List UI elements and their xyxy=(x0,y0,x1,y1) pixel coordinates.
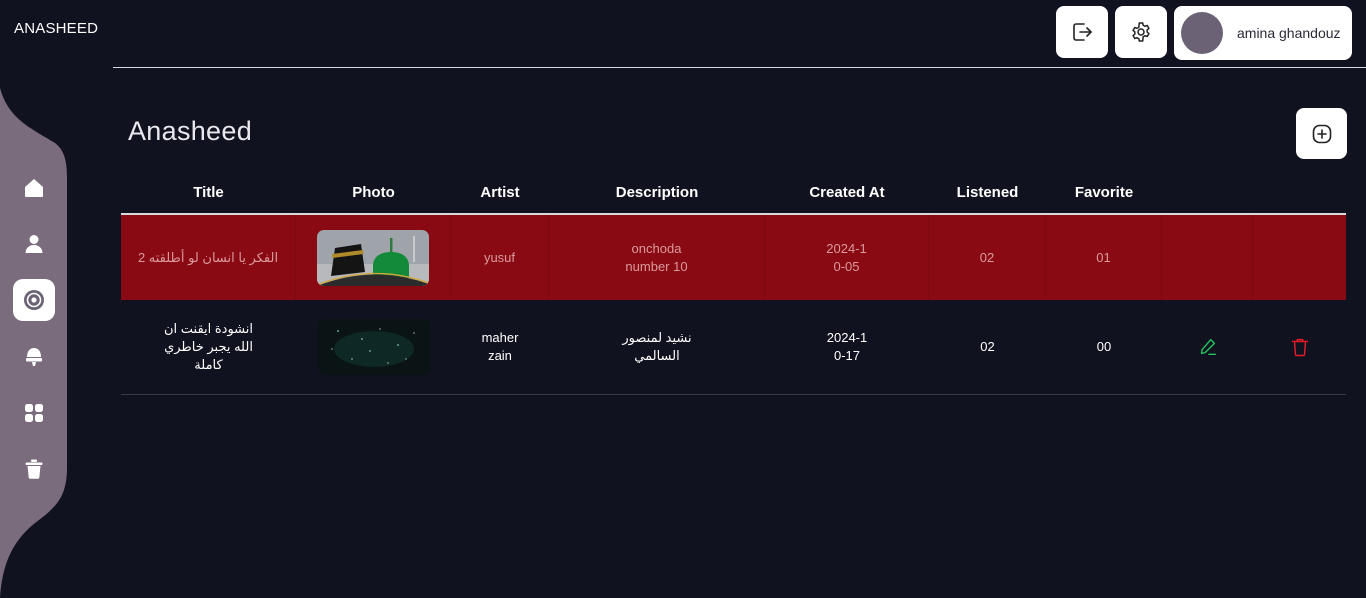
row-description: نشيد لمنصور السالمي xyxy=(622,330,692,363)
column-header-created-at[interactable]: Created At xyxy=(765,172,929,213)
row-delete-cell xyxy=(1253,300,1346,394)
plus-square-icon xyxy=(1312,124,1331,143)
trash-icon xyxy=(25,459,43,479)
microphone-icon xyxy=(26,348,42,366)
row-photo-cell xyxy=(296,300,451,394)
column-header-title[interactable]: Title xyxy=(121,172,296,213)
row-edit-cell xyxy=(1162,300,1253,394)
row-created-at: 2024-10-17 xyxy=(826,330,868,363)
row-edit-cell xyxy=(1162,215,1253,300)
row-listened: 02 xyxy=(929,215,1046,300)
row-description: onchoda number 10 xyxy=(549,215,765,300)
user-profile[interactable]: amina ghandouz xyxy=(1174,6,1352,60)
table-header: Title Photo Artist Description Created A… xyxy=(121,172,1346,215)
logout-button[interactable] xyxy=(1056,6,1108,58)
gear-icon xyxy=(1132,22,1150,42)
home-icon xyxy=(25,179,43,197)
row-created-at: 2024-10-05 xyxy=(765,215,929,300)
trash-icon xyxy=(1291,338,1308,357)
sidebar-item-categories[interactable] xyxy=(13,392,55,434)
anasheed-table: Title Photo Artist Description Created A… xyxy=(121,172,1346,395)
column-header-edit xyxy=(1162,172,1253,213)
user-icon xyxy=(25,235,43,253)
column-header-favorite[interactable]: Favorite xyxy=(1046,172,1162,213)
sidebar-item-home[interactable] xyxy=(13,167,55,209)
pencil-icon xyxy=(1200,338,1216,356)
column-header-artist[interactable]: Artist xyxy=(451,172,549,213)
row-delete-cell xyxy=(1253,215,1346,300)
row-favorite: 01 xyxy=(1046,215,1162,300)
grid-icon xyxy=(25,404,43,422)
disc-icon xyxy=(24,290,44,310)
page-title: Anasheed xyxy=(128,116,253,146)
row-title: الفكر يا انسان لو أطلقته 2 xyxy=(121,215,296,300)
table-row[interactable]: انشودة ايقنت ان الله يجبر خاطري كاملة ma… xyxy=(121,300,1346,395)
avatar xyxy=(1181,12,1223,54)
row-photo xyxy=(317,319,430,375)
sidebar-item-microphone[interactable] xyxy=(13,336,55,378)
row-favorite: 00 xyxy=(1096,339,1112,354)
header-divider xyxy=(113,67,1366,68)
settings-button[interactable] xyxy=(1115,6,1167,58)
table-row[interactable]: الفكر يا انسان لو أطلقته 2 yusuf onchoda… xyxy=(121,215,1346,300)
column-header-delete xyxy=(1253,172,1346,213)
user-name: amina ghandouz xyxy=(1237,25,1341,41)
delete-button[interactable] xyxy=(1289,336,1311,358)
column-header-description[interactable]: Description xyxy=(549,172,765,213)
row-photo xyxy=(317,229,429,286)
row-listened: 02 xyxy=(980,339,995,354)
column-header-listened[interactable]: Listened xyxy=(929,172,1046,213)
row-artist: maher zain xyxy=(481,330,519,363)
sidebar-item-trash[interactable] xyxy=(13,448,55,490)
row-photo-cell xyxy=(296,215,451,300)
edit-button[interactable] xyxy=(1197,336,1219,358)
row-title: انشودة ايقنت ان الله يجبر خاطري كاملة xyxy=(163,321,254,372)
add-anasheed-button[interactable] xyxy=(1296,108,1347,159)
row-artist: yusuf xyxy=(451,215,549,300)
sidebar-item-anasheed[interactable] xyxy=(13,279,55,321)
sidebar-item-user[interactable] xyxy=(13,223,55,265)
column-header-photo[interactable]: Photo xyxy=(296,172,451,213)
brand-logo: ANASHEED xyxy=(14,20,99,37)
logout-icon xyxy=(1073,23,1092,41)
